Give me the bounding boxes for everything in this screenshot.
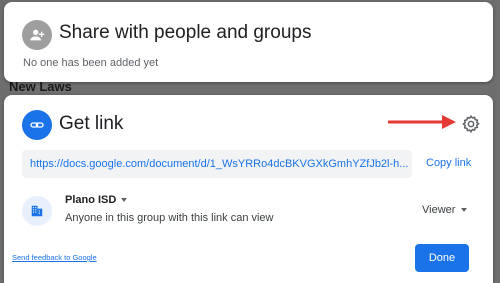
done-button[interactable]: Done [415, 244, 469, 272]
chevron-down-icon [461, 208, 468, 212]
domain-icon [22, 196, 52, 226]
get-link-panel: Get link https://docs.google.com/documen… [4, 95, 493, 283]
share-with-people-panel: Share with people and groups No one has … [4, 2, 493, 82]
role-dropdown[interactable]: Viewer [422, 204, 468, 216]
access-description: Anyone in this group with this link can … [65, 212, 274, 224]
link-settings-button[interactable] [459, 112, 483, 136]
share-panel-title: Share with people and groups [59, 22, 312, 43]
copy-link-button[interactable]: Copy link [426, 157, 471, 169]
person-add-icon [22, 20, 52, 50]
chevron-down-icon [121, 198, 128, 202]
share-url-text: https://docs.google.com/document/d/1_WsY… [30, 158, 409, 170]
access-scope-label: Plano ISD [65, 194, 117, 206]
send-feedback-link[interactable]: Send feedback to Google [12, 253, 97, 262]
role-label: Viewer [422, 204, 456, 216]
share-empty-message: No one has been added yet [23, 57, 159, 69]
share-url-field[interactable]: https://docs.google.com/document/d/1_WsY… [22, 150, 412, 178]
get-link-title: Get link [59, 113, 124, 134]
annotation-arrow-icon [388, 115, 456, 129]
access-scope-dropdown[interactable]: Plano ISD [65, 194, 128, 206]
link-icon [22, 110, 52, 140]
gear-icon [462, 115, 480, 133]
